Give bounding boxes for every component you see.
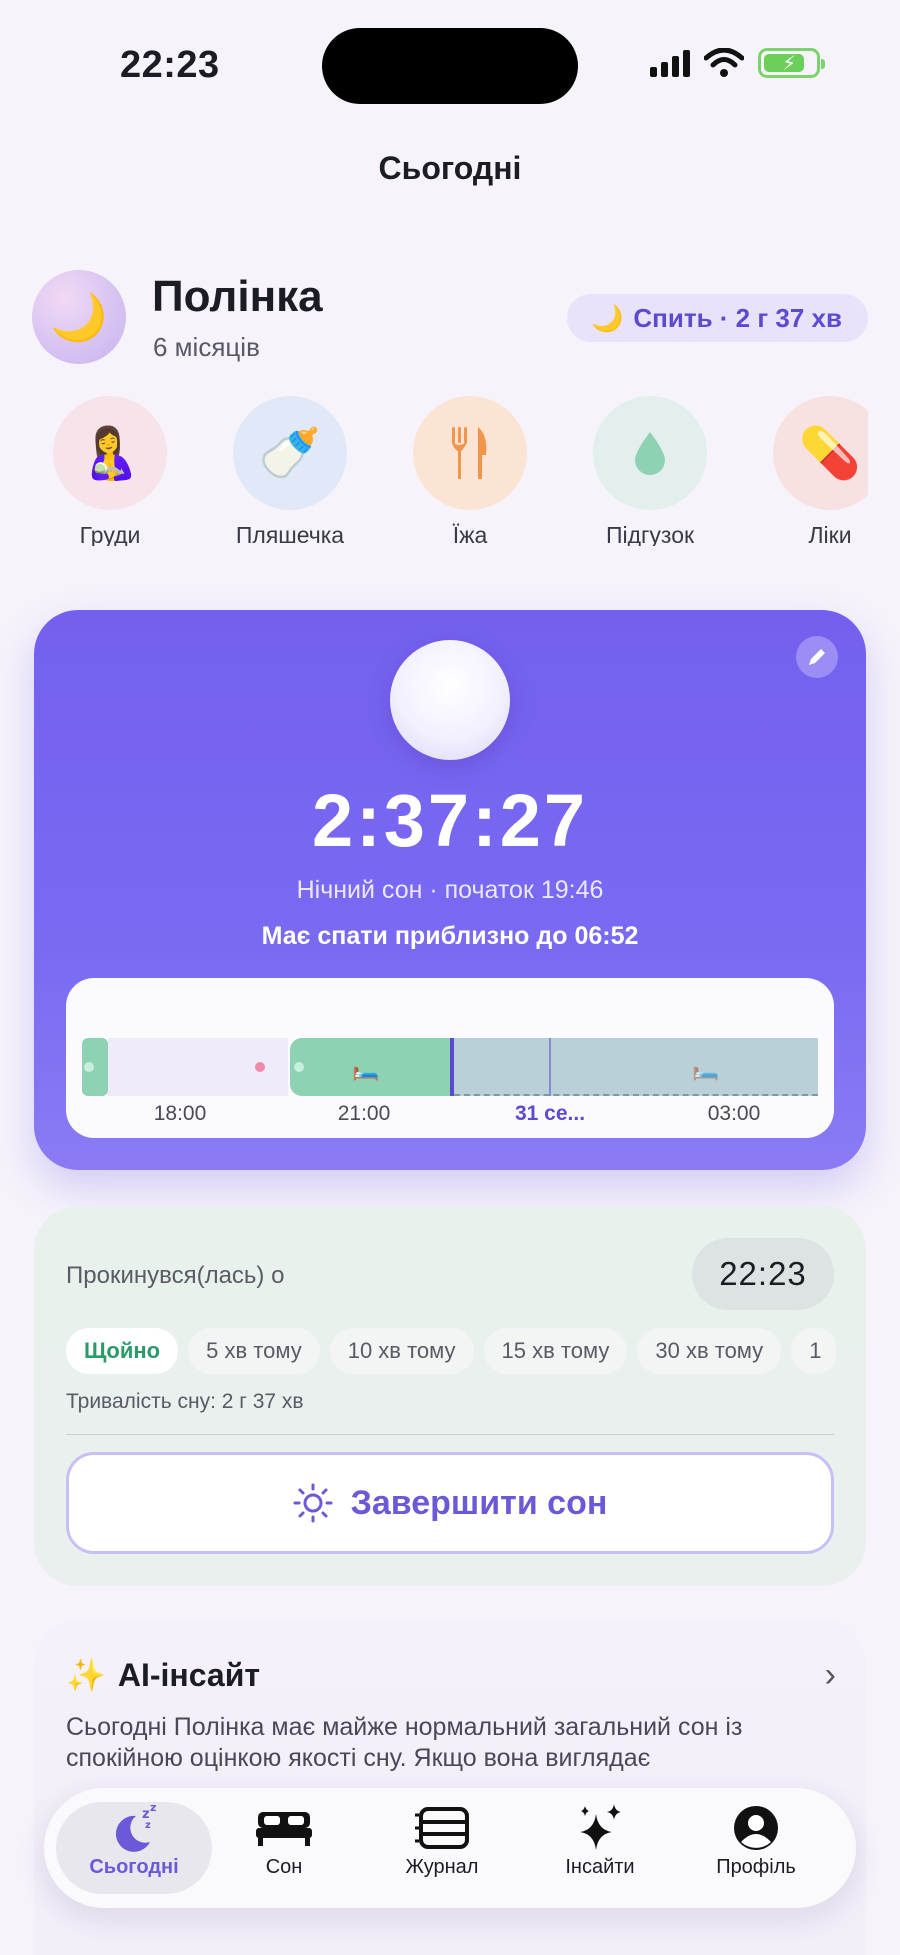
chip-1-hour[interactable]: 1: [791, 1328, 836, 1374]
wake-card: Прокинувся(лась) о 22:23 Щойно 5 хв тому 1…: [34, 1206, 866, 1586]
pill-icon: 💊: [773, 396, 868, 510]
tab-journal[interactable]: Журнал: [364, 1802, 520, 1894]
finish-sleep-label: Завершити сон: [350, 1483, 608, 1522]
tab-label: Інсайти: [565, 1856, 635, 1878]
quick-action-label: Підгузок: [605, 522, 695, 546]
svg-text:z: z: [150, 1802, 156, 1814]
edit-button[interactable]: [796, 636, 838, 678]
sparkles-icon: ✨: [66, 1657, 106, 1693]
tab-today[interactable]: z z z Сьогодні: [56, 1802, 212, 1894]
planned-sleep-segment: [454, 1038, 818, 1096]
segment-dot: [84, 1062, 94, 1072]
status-icons: ⚡: [650, 48, 825, 78]
tab-label: Журнал: [405, 1856, 479, 1878]
quick-action-label: Ліки: [808, 522, 852, 546]
quick-action-label: Їжа: [452, 522, 488, 546]
battery-icon: ⚡: [758, 48, 825, 78]
sun-icon: [293, 1483, 333, 1523]
baby-name: Полінка: [152, 272, 323, 321]
list-icon: [364, 1802, 520, 1854]
timeline-label-now: 31 се...: [514, 1102, 586, 1125]
finish-sleep-button[interactable]: Завершити сон: [66, 1452, 834, 1554]
chip-now[interactable]: Щойно: [66, 1328, 179, 1374]
bed-icon: 🛏️: [692, 1056, 720, 1081]
chip-15-min[interactable]: 15 хв тому: [483, 1328, 628, 1374]
timeline-label: 03:00: [707, 1102, 761, 1125]
charging-bolt-icon: ⚡: [781, 52, 797, 75]
quick-action-bottle[interactable]: 🍼 Пляшечка: [220, 396, 360, 546]
status-bar: 22:23 ⚡: [0, 0, 900, 130]
quick-time-chips: Щойно 5 хв тому 10 хв тому 15 хв тому 30 хв …: [66, 1328, 836, 1378]
breastfeeding-icon: 🤱: [53, 396, 167, 510]
bed-icon: 🛏️: [352, 1056, 380, 1081]
status-time: 22:23: [120, 44, 220, 86]
divider: [66, 1434, 834, 1435]
baby-header: 🌙 Полінка 6 місяців 🌙 Спить · 2 г 37 хв: [32, 268, 868, 364]
svg-text:z: z: [145, 1820, 151, 1831]
quick-action-medicine[interactable]: 💊 Ліки: [760, 396, 868, 546]
moon-orb-icon: [390, 640, 510, 760]
timeline-track: 🛏️ 🛏️: [82, 1038, 818, 1096]
segment-dot: [294, 1062, 304, 1072]
tab-insights[interactable]: Інсайти: [522, 1802, 678, 1894]
quick-action-label: Груди: [79, 522, 141, 546]
sparkles-icon: [522, 1802, 678, 1854]
moon-zzz-icon: z z z: [56, 1802, 212, 1854]
chip-10-min[interactable]: 10 хв тому: [329, 1328, 474, 1374]
timeline-label: 18:00: [153, 1102, 207, 1125]
wifi-icon: [704, 48, 744, 77]
tab-label: Сьогодні: [89, 1856, 179, 1878]
profile-icon: [678, 1802, 834, 1854]
timeline-labels: 18:00 21:00 31 се... 03:00: [82, 1102, 818, 1132]
ai-insight-title-text: AI-інсайт: [117, 1656, 261, 1693]
dynamic-island: [322, 28, 578, 104]
event-dot: [255, 1062, 265, 1072]
wake-time-picker[interactable]: 22:23: [692, 1238, 834, 1310]
sleep-timer-card: 2:37:27 Нічний сон · початок 19:46 Має с…: [34, 610, 866, 1170]
tab-sleep[interactable]: Сон: [206, 1802, 362, 1894]
fork-knife-icon: [413, 396, 527, 510]
ai-insight-title: ✨ AI-інсайт: [66, 1656, 260, 1694]
timer-value: 2:37:27: [311, 779, 589, 862]
quick-action-diaper[interactable]: Підгузок: [580, 396, 720, 546]
chevron-right-icon[interactable]: ›: [825, 1656, 836, 1695]
tab-label: Сон: [265, 1856, 303, 1878]
quick-actions: 🤱 Груди 🍼 Пляшечка Їжа Підгузок 💊 Ліки: [52, 396, 868, 546]
bed-icon: [206, 1802, 362, 1854]
moon-icon: 🌙: [50, 290, 108, 343]
wake-label: Прокинувся(лась) о: [66, 1262, 285, 1289]
chip-30-min[interactable]: 30 хв тому: [637, 1328, 782, 1374]
sleep-timeline[interactable]: 🛏️ 🛏️ 18:00 21:00 31 се... 03:00: [66, 978, 834, 1138]
avatar[interactable]: 🌙: [32, 270, 126, 364]
quick-action-food[interactable]: Їжа: [400, 396, 540, 546]
baby-age: 6 місяців: [153, 332, 260, 362]
sleep-status-text: Спить · 2 г 37 хв: [633, 302, 842, 333]
quick-action-breast[interactable]: 🤱 Груди: [52, 396, 180, 546]
tab-profile[interactable]: Профіль: [678, 1802, 834, 1894]
page-title: Сьогодні: [378, 150, 522, 186]
sleep-duration: Тривалість сну: 2 г 37 хв: [66, 1390, 304, 1413]
chip-5-min[interactable]: 5 хв тому: [188, 1328, 320, 1374]
ai-insight-text: Сьогодні Полінка має майже нормальний за…: [66, 1713, 743, 1772]
midnight-line: [549, 1038, 551, 1096]
tab-label: Профіль: [716, 1856, 796, 1878]
moon-icon: 🌙: [591, 302, 624, 333]
timeline-label: 21:00: [337, 1102, 391, 1125]
sleep-status-badge[interactable]: 🌙 Спить · 2 г 37 хв: [567, 294, 868, 342]
quick-action-label: Пляшечка: [235, 522, 345, 546]
cellular-signal-icon: [650, 49, 690, 77]
pencil-icon: [809, 649, 825, 665]
bottle-icon: 🍼: [233, 396, 347, 510]
sleep-type-subtitle: Нічний сон · початок 19:46: [296, 876, 604, 904]
tab-bar: z z z Сьогодні Сон Журнал Інсайти Профіл…: [44, 1788, 856, 1908]
drop-icon: [593, 396, 707, 510]
expected-wake-text: Має спати приблизно до 06:52: [261, 922, 639, 950]
